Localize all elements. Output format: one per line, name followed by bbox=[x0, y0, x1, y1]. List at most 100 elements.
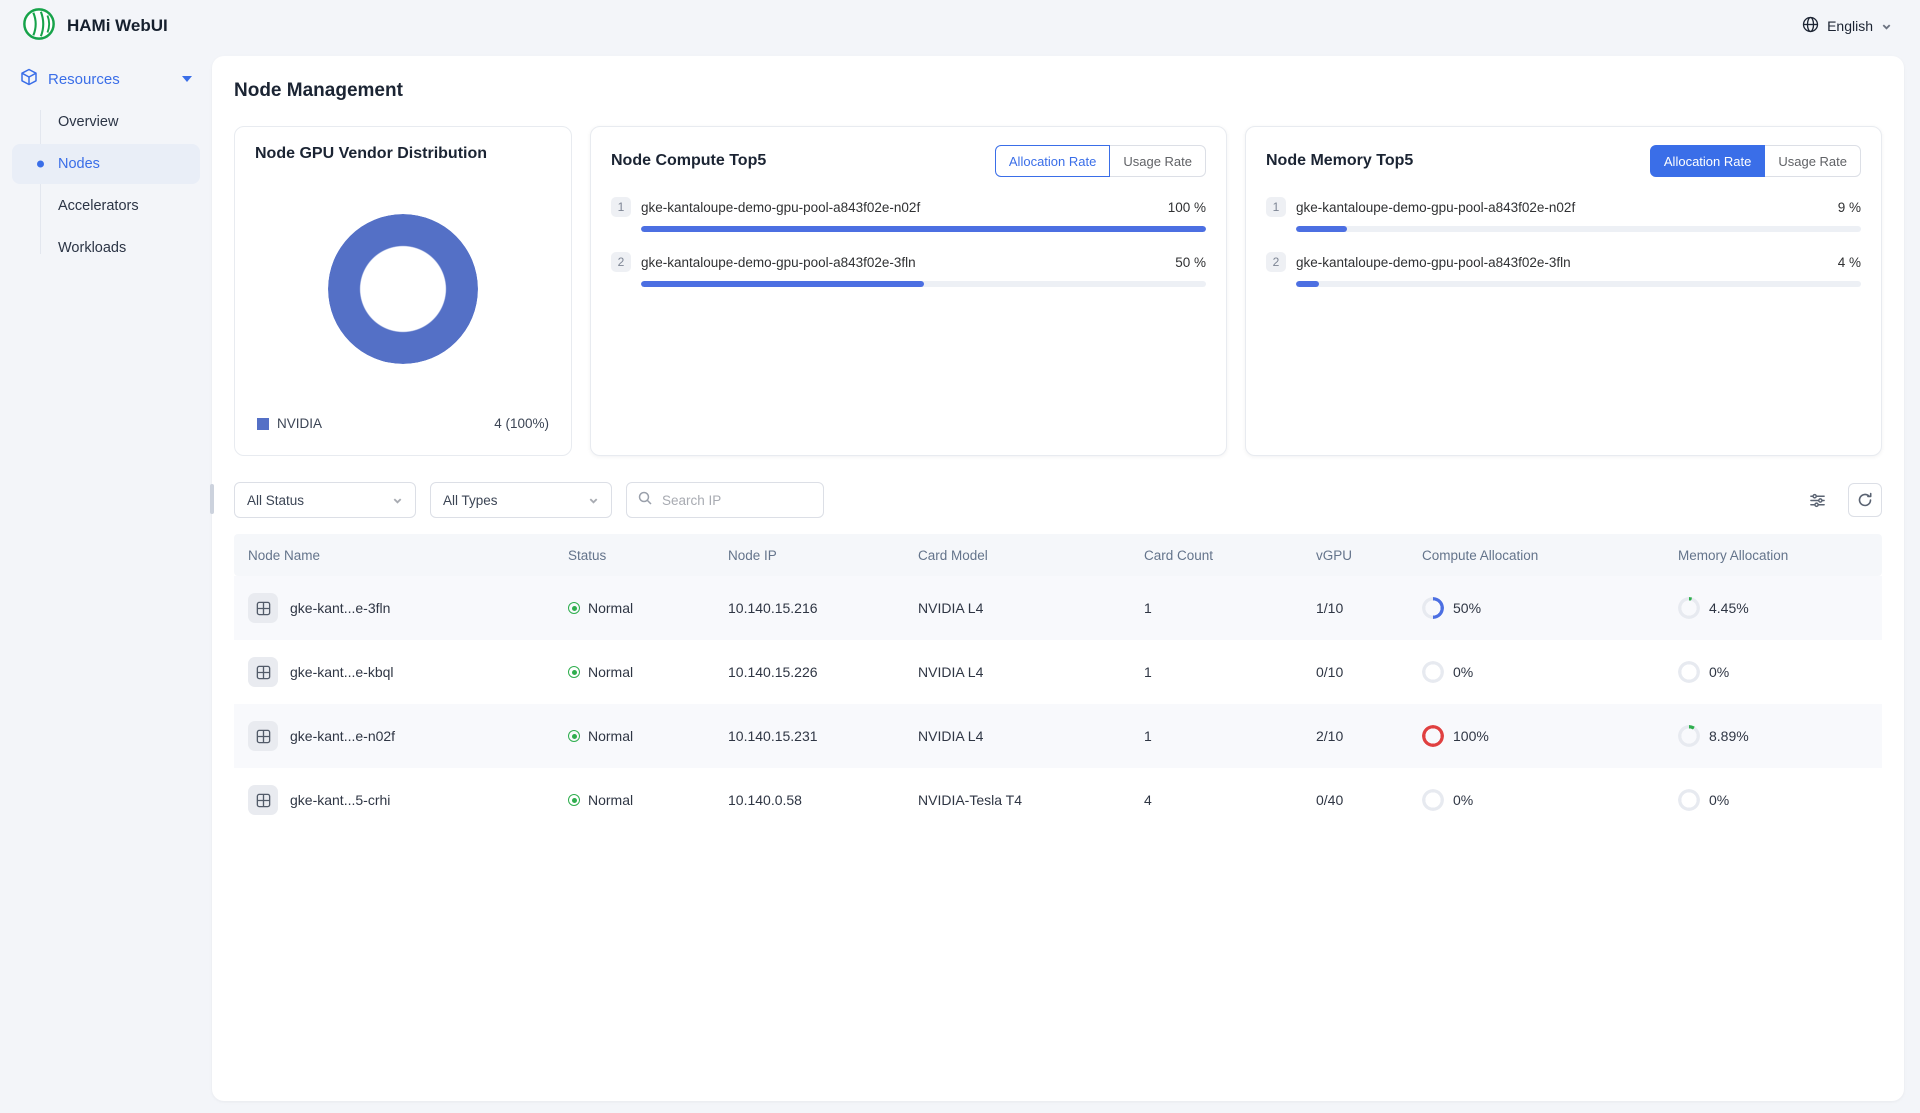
brand: HAMi WebUI bbox=[22, 7, 168, 46]
compute-usage-rate-tab[interactable]: Usage Rate bbox=[1109, 145, 1206, 177]
language-selector[interactable]: English bbox=[1802, 16, 1892, 36]
rank-badge: 2 bbox=[611, 252, 631, 272]
memory-allocation-rate-tab[interactable]: Allocation Rate bbox=[1650, 145, 1765, 177]
memory-allocation-ring bbox=[1678, 661, 1700, 683]
col-vgpu: vGPU bbox=[1304, 548, 1410, 563]
vgpu-value: 0/10 bbox=[1304, 664, 1410, 680]
compute-allocation-cell: 0% bbox=[1410, 789, 1666, 811]
sidebar-item-nodes[interactable]: Nodes bbox=[12, 144, 200, 184]
table-row[interactable]: gke-kant...e-kbql Normal 10.140.15.226 N… bbox=[234, 640, 1882, 704]
card-count: 1 bbox=[1132, 728, 1304, 744]
memory-allocation-cell: 8.89% bbox=[1666, 725, 1880, 747]
node-name: gke-kant...5-crhi bbox=[290, 792, 390, 808]
resources-cube-icon bbox=[20, 68, 38, 90]
progress-fill bbox=[1296, 281, 1319, 287]
sidebar-item-label: Overview bbox=[58, 114, 118, 130]
compute-allocation-cell: 100% bbox=[1410, 725, 1666, 747]
type-filter-select[interactable]: All Types bbox=[430, 482, 612, 518]
memory-card-title: Node Memory Top5 bbox=[1266, 152, 1413, 170]
type-filter-value: All Types bbox=[443, 493, 498, 508]
sidebar-item-workloads[interactable]: Workloads bbox=[12, 228, 200, 268]
memory-top5-card: Node Memory Top5 Allocation Rate Usage R… bbox=[1245, 126, 1882, 456]
top5-item: 1 gke-kantaloupe-demo-gpu-pool-a843f02e-… bbox=[1266, 197, 1861, 232]
node-name: gke-kant...e-n02f bbox=[290, 728, 395, 744]
chevron-down-icon bbox=[1881, 21, 1892, 32]
top5-value: 50 % bbox=[1175, 255, 1206, 270]
sidebar-item-label: Nodes bbox=[58, 156, 100, 172]
top5-node-name: gke-kantaloupe-demo-gpu-pool-a843f02e-3f… bbox=[641, 255, 1165, 270]
progress-track bbox=[641, 281, 1206, 287]
column-settings-button[interactable] bbox=[1800, 483, 1834, 517]
card-model: NVIDIA L4 bbox=[906, 728, 1132, 744]
language-label: English bbox=[1827, 18, 1873, 34]
card-count: 1 bbox=[1132, 600, 1304, 616]
top5-node-name: gke-kantaloupe-demo-gpu-pool-a843f02e-n0… bbox=[1296, 200, 1828, 215]
legend-swatch bbox=[257, 418, 269, 430]
table-header: Node Name Status Node IP Card Model Card… bbox=[234, 534, 1882, 576]
memory-allocation-ring bbox=[1678, 725, 1700, 747]
memory-allocation-ring bbox=[1678, 789, 1700, 811]
compute-top5-card: Node Compute Top5 Allocation Rate Usage … bbox=[590, 126, 1227, 456]
compute-allocation-ring bbox=[1422, 597, 1444, 619]
compute-allocation-rate-tab[interactable]: Allocation Rate bbox=[995, 145, 1110, 177]
status-text: Normal bbox=[588, 792, 633, 808]
globe-icon bbox=[1802, 16, 1819, 36]
col-card-model: Card Model bbox=[906, 548, 1132, 563]
gpu-chip-icon bbox=[248, 785, 278, 815]
sidebar-item-overview[interactable]: Overview bbox=[12, 102, 200, 142]
search-ip-input[interactable] bbox=[660, 492, 812, 509]
node-name-cell: gke-kant...5-crhi bbox=[236, 785, 556, 815]
search-ip-box bbox=[626, 482, 824, 518]
card-model: NVIDIA L4 bbox=[906, 600, 1132, 616]
sidebar-item-accelerators[interactable]: Accelerators bbox=[12, 186, 200, 226]
node-name: gke-kant...e-kbql bbox=[290, 664, 394, 680]
progress-fill bbox=[641, 281, 924, 287]
compute-card-title: Node Compute Top5 bbox=[611, 152, 766, 170]
status-cell: Normal bbox=[556, 728, 716, 744]
card-model: NVIDIA-Tesla T4 bbox=[906, 792, 1132, 808]
col-status: Status bbox=[556, 548, 716, 563]
node-name-cell: gke-kant...e-3fln bbox=[236, 593, 556, 623]
progress-fill bbox=[1296, 226, 1347, 232]
top5-value: 4 % bbox=[1838, 255, 1861, 270]
vendor-donut-chart bbox=[328, 214, 478, 364]
status-filter-select[interactable]: All Status bbox=[234, 482, 416, 518]
app-logo-icon bbox=[22, 7, 56, 46]
caret-down-icon bbox=[182, 76, 192, 82]
compute-allocation-value: 0% bbox=[1453, 664, 1473, 680]
memory-allocation-value: 8.89% bbox=[1709, 728, 1749, 744]
sidebar-item-label: Accelerators bbox=[58, 198, 139, 214]
table-row[interactable]: gke-kant...5-crhi Normal 10.140.0.58 NVI… bbox=[234, 768, 1882, 832]
gpu-chip-icon bbox=[248, 721, 278, 751]
node-ip: 10.140.15.226 bbox=[716, 664, 906, 680]
memory-allocation-cell: 0% bbox=[1666, 661, 1880, 683]
main-content: Node Management Node GPU Vendor Distribu… bbox=[212, 56, 1904, 1101]
col-memory-allocation: Memory Allocation bbox=[1666, 548, 1880, 563]
vendor-card-title: Node GPU Vendor Distribution bbox=[255, 145, 551, 163]
progress-track bbox=[1296, 226, 1861, 232]
progress-track bbox=[641, 226, 1206, 232]
col-node-name: Node Name bbox=[236, 548, 556, 563]
memory-allocation-ring bbox=[1678, 597, 1700, 619]
table-row[interactable]: gke-kant...e-n02f Normal 10.140.15.231 N… bbox=[234, 704, 1882, 768]
status-normal-icon bbox=[568, 730, 580, 742]
compute-allocation-cell: 50% bbox=[1410, 597, 1666, 619]
sidebar-group-label: Resources bbox=[48, 71, 172, 88]
compute-allocation-ring bbox=[1422, 661, 1444, 683]
compute-rate-toggle: Allocation Rate Usage Rate bbox=[995, 145, 1206, 177]
top5-item: 2 gke-kantaloupe-demo-gpu-pool-a843f02e-… bbox=[1266, 252, 1861, 287]
node-ip: 10.140.15.216 bbox=[716, 600, 906, 616]
col-compute-allocation: Compute Allocation bbox=[1410, 548, 1666, 563]
sidebar-group-resources[interactable]: Resources bbox=[12, 58, 200, 100]
table-row[interactable]: gke-kant...e-3fln Normal 10.140.15.216 N… bbox=[234, 576, 1882, 640]
node-name-cell: gke-kant...e-n02f bbox=[236, 721, 556, 751]
status-text: Normal bbox=[588, 664, 633, 680]
refresh-button[interactable] bbox=[1848, 483, 1882, 517]
memory-usage-rate-tab[interactable]: Usage Rate bbox=[1764, 145, 1861, 177]
top-bar: HAMi WebUI English bbox=[0, 0, 1920, 52]
sidebar-resize-handle[interactable] bbox=[210, 484, 214, 514]
top5-item: 2 gke-kantaloupe-demo-gpu-pool-a843f02e-… bbox=[611, 252, 1206, 287]
node-name: gke-kant...e-3fln bbox=[290, 600, 390, 616]
chevron-down-icon bbox=[392, 495, 403, 506]
app-title: HAMi WebUI bbox=[67, 16, 168, 36]
